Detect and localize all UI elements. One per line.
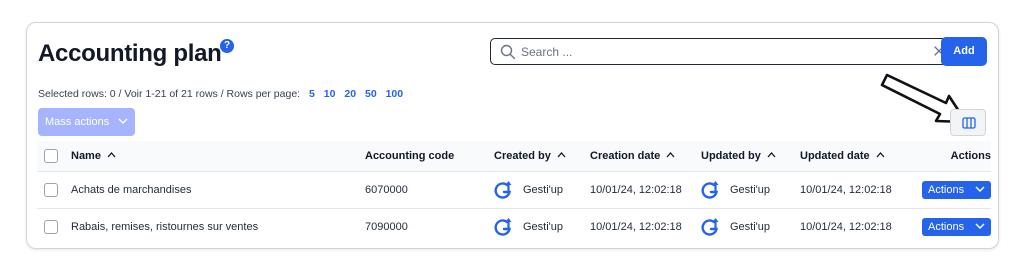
row-checkbox[interactable] xyxy=(44,182,58,197)
row-actions-button[interactable]: Actions xyxy=(922,217,991,236)
rows-per-page-option-50[interactable]: 50 xyxy=(365,88,377,100)
row-actions-button[interactable]: Actions xyxy=(922,180,991,199)
column-header-actions: Actions xyxy=(950,149,991,162)
creator-name: Gesti'up xyxy=(523,220,564,233)
gestiup-logo-icon xyxy=(494,217,512,236)
table-row: Achats de marchandises 6070000 Gesti'up … xyxy=(37,171,991,208)
column-header-created-by[interactable]: Created by xyxy=(494,141,590,171)
cell-name: Rabais, remises, ristournes sur ventes xyxy=(71,220,259,233)
cell-name: Achats de marchandises xyxy=(71,183,192,196)
help-icon[interactable]: ? xyxy=(220,39,234,53)
rows-per-page-option-5[interactable]: 5 xyxy=(309,88,315,100)
column-header-accounting-code[interactable]: Accounting code xyxy=(365,141,494,171)
cell-accounting-code: 7090000 xyxy=(365,220,408,233)
search-input[interactable] xyxy=(521,42,901,61)
chevron-down-icon xyxy=(118,118,128,124)
column-header-creation-date[interactable]: Creation date xyxy=(590,141,701,171)
cell-accounting-code: 6070000 xyxy=(365,183,408,196)
updater-name: Gesti'up xyxy=(730,183,771,196)
row-select-cell xyxy=(37,208,71,245)
column-header-updated-by[interactable]: Updated by xyxy=(701,141,800,171)
mass-actions-button[interactable]: Mass actions xyxy=(38,108,135,136)
cell-actions: Actions xyxy=(910,208,991,245)
row-range-text: Voir 1-21 of 21 rows / xyxy=(124,88,224,100)
chevron-down-icon xyxy=(975,223,985,230)
cell-updated-by: Gesti'up xyxy=(701,208,800,245)
cell-actions: Actions xyxy=(910,171,991,208)
mass-actions-label: Mass actions xyxy=(45,116,110,128)
cell-creation-date: 10/01/24, 12:02:18 xyxy=(590,183,682,196)
table-row: Rabais, remises, ristournes sur ventes 7… xyxy=(37,208,991,245)
column-header-updated-date[interactable]: Updated date xyxy=(800,141,910,171)
gestiup-logo-icon xyxy=(701,180,719,199)
table-header-row: Name Accounting code Created by Creation… xyxy=(37,141,991,171)
creator-name: Gesti'up xyxy=(523,183,564,196)
rows-per-page-option-100[interactable]: 100 xyxy=(386,88,404,100)
columns-icon xyxy=(962,117,976,129)
cell-updated-date: 10/01/24, 12:02:18 xyxy=(800,183,892,196)
sort-up-icon xyxy=(557,151,566,158)
updater-name: Gesti'up xyxy=(730,220,771,233)
gestiup-logo-icon xyxy=(494,180,512,199)
columns-toggle-button[interactable] xyxy=(950,109,986,136)
sort-up-icon xyxy=(767,151,776,158)
cell-created-by: Gesti'up xyxy=(494,171,590,208)
add-button[interactable]: Add xyxy=(941,37,987,66)
select-all-checkbox[interactable] xyxy=(44,148,58,163)
gestiup-logo-icon xyxy=(701,217,719,236)
cell-updated-by: Gesti'up xyxy=(701,171,800,208)
rows-per-page-option-20[interactable]: 20 xyxy=(344,88,356,100)
cell-created-by: Gesti'up xyxy=(494,208,590,245)
page-title: Accounting plan xyxy=(38,40,222,67)
search-box[interactable] xyxy=(490,38,956,65)
select-all-cell xyxy=(37,141,71,171)
accounting-table: Name Accounting code Created by Creation… xyxy=(37,141,991,245)
row-select-cell xyxy=(37,171,71,208)
rows-per-page-option-10[interactable]: 10 xyxy=(324,88,336,100)
column-header-name[interactable]: Name xyxy=(71,141,365,171)
selected-rows-text: Selected rows: 0 / xyxy=(38,88,122,100)
sort-up-icon xyxy=(666,151,675,158)
sort-up-icon xyxy=(107,151,116,158)
accounting-plan-card: Accounting plan ? Add Selected rows: 0 /… xyxy=(26,22,999,249)
cell-updated-date: 10/01/24, 12:02:18 xyxy=(800,220,892,233)
row-checkbox[interactable] xyxy=(44,219,58,234)
sort-up-icon xyxy=(876,151,885,158)
rows-info: Selected rows: 0 / Voir 1-21 of 21 rows … xyxy=(38,88,403,100)
cell-creation-date: 10/01/24, 12:02:18 xyxy=(590,220,682,233)
rows-per-page-label: Rows per page: xyxy=(226,88,301,100)
search-icon xyxy=(500,44,516,60)
chevron-down-icon xyxy=(975,186,985,192)
